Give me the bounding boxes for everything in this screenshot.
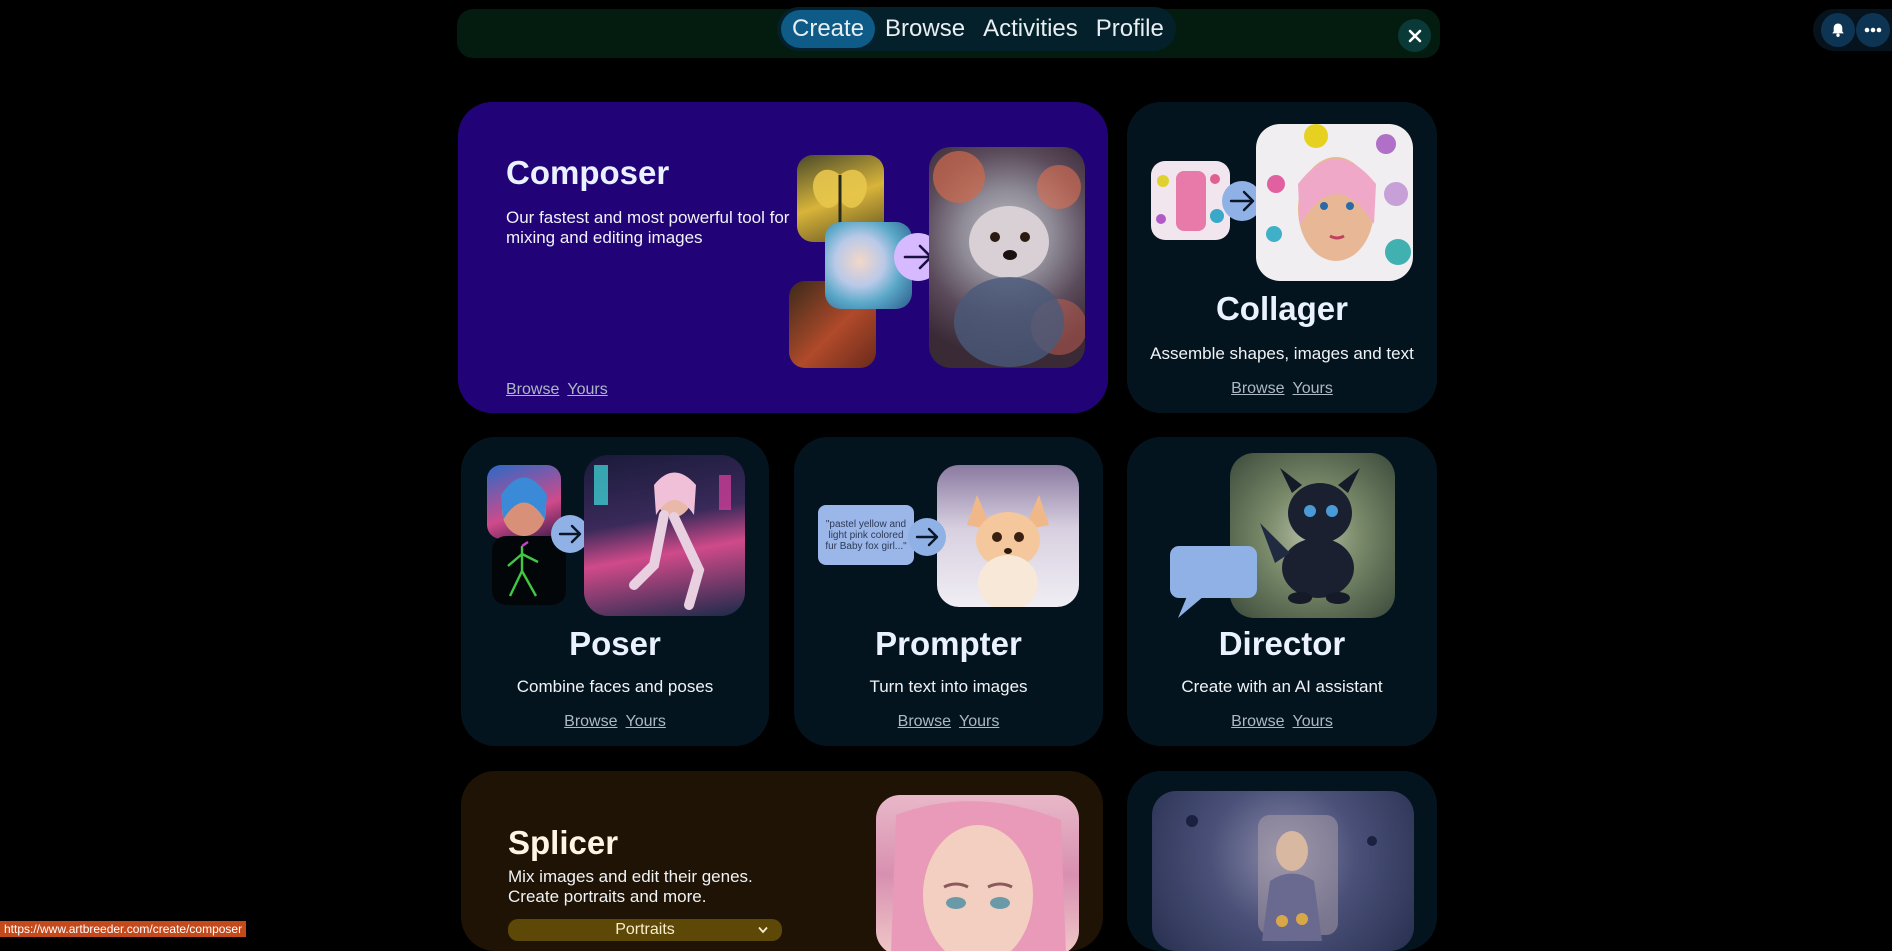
browse-link[interactable]: Browse [564, 713, 617, 731]
result-image-fox [937, 465, 1079, 607]
yours-link[interactable]: Yours [959, 713, 999, 731]
notifications-button[interactable] [1821, 13, 1855, 47]
prompter-card[interactable]: Prompter Turn text into images Browse Yo… [794, 437, 1103, 746]
card-description: Our fastest and most powerful tool for m… [506, 208, 790, 247]
result-image-collage [1256, 124, 1413, 281]
status-url-bar: https://www.artbreeder.com/create/compos… [0, 921, 247, 937]
card-links: Browse Yours [794, 713, 1103, 731]
tab-activities[interactable]: Activities [975, 10, 1086, 48]
card-title: Splicer [508, 824, 619, 861]
yours-link[interactable]: Yours [1293, 713, 1333, 731]
card-description: Mix images and edit their genes. Create … [508, 867, 753, 907]
browse-link[interactable]: Browse [506, 381, 559, 399]
bell-icon [1832, 23, 1844, 37]
browse-link[interactable]: Browse [1231, 380, 1284, 398]
card-links: Browse Yours [1127, 380, 1437, 398]
source-image-face [487, 465, 561, 539]
poser-card[interactable]: Poser Combine faces and poses Browse You… [461, 437, 769, 746]
portraits-dropdown[interactable]: Portraits [508, 919, 782, 941]
collager-card[interactable]: Collager Assemble shapes, images and tex… [1127, 102, 1437, 413]
result-image-dog [929, 147, 1085, 368]
merge-arrow-icon [908, 518, 946, 556]
chevron-down-icon [758, 926, 768, 934]
browse-link[interactable]: Browse [898, 713, 951, 731]
prompt-bubble: "pastel yellow and light pink colored fu… [818, 505, 914, 565]
result-image-pose [584, 455, 745, 616]
nav-tabs: Create Browse Activities Profile [777, 7, 1176, 51]
more-icon [1864, 27, 1882, 33]
tab-browse[interactable]: Browse [877, 10, 973, 48]
card-links: Browse Yours [1127, 713, 1437, 731]
portrait-card[interactable] [1127, 771, 1437, 951]
card-links: Browse Yours [461, 713, 769, 731]
card-description: Create with an AI assistant [1181, 677, 1383, 696]
card-links: Browse Yours [506, 381, 608, 399]
close-icon [1408, 29, 1421, 42]
card-description: Assemble shapes, images and text [1150, 344, 1414, 363]
yours-link[interactable]: Yours [567, 381, 607, 399]
browse-link[interactable]: Browse [1231, 713, 1284, 731]
description-line: Create portraits and more. [508, 887, 707, 906]
more-button[interactable] [1856, 13, 1890, 47]
card-title: Composer [506, 154, 670, 191]
card-title: Prompter [875, 625, 1022, 662]
director-card[interactable]: Director Create with an AI assistant Bro… [1127, 437, 1437, 746]
chat-bubble-icon [1170, 546, 1257, 618]
card-title: Poser [569, 625, 661, 662]
tab-profile[interactable]: Profile [1088, 10, 1172, 48]
description-line: Mix images and edit their genes. [508, 867, 753, 886]
yours-link[interactable]: Yours [626, 713, 666, 731]
card-title: Collager [1215, 290, 1349, 327]
card-description: Combine faces and poses [516, 677, 714, 696]
yours-link[interactable]: Yours [1293, 380, 1333, 398]
source-image-shapes [1151, 161, 1230, 240]
result-image-figure [1152, 791, 1414, 951]
result-image-portrait [876, 795, 1079, 951]
card-title: Director [1218, 625, 1346, 662]
tab-create[interactable]: Create [781, 10, 876, 48]
card-description: Turn text into images [869, 677, 1028, 696]
dropdown-value: Portraits [615, 921, 675, 938]
composer-card[interactable]: Composer Our fastest and most powerful t… [458, 102, 1108, 413]
close-button[interactable] [1398, 19, 1431, 52]
